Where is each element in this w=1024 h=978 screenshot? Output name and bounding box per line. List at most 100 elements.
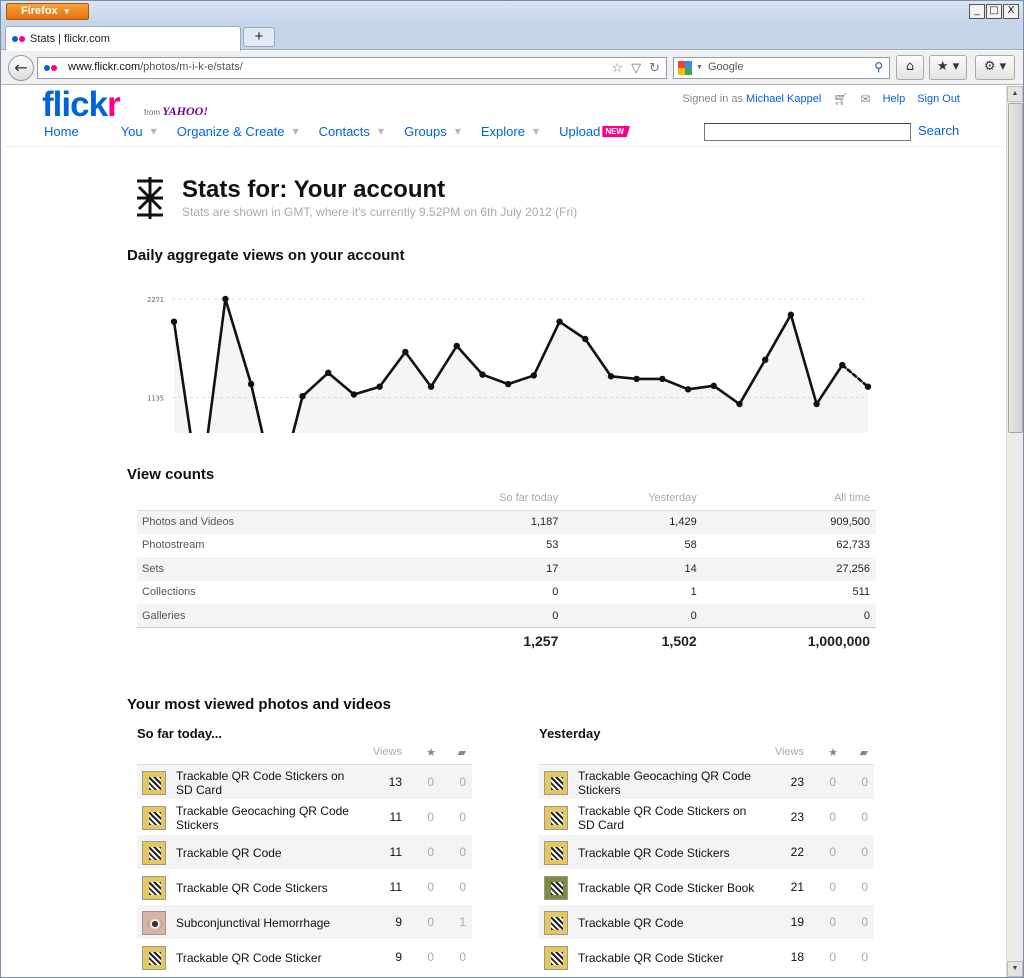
photo-thumbnail[interactable] <box>544 806 568 830</box>
mail-icon[interactable]: ✉ <box>861 92 871 106</box>
photo-title-link[interactable]: Trackable QR Code <box>176 839 356 867</box>
history-dropdown-icon[interactable]: ▽ <box>631 59 641 78</box>
column-header[interactable]: So far today <box>399 491 565 510</box>
list-item[interactable]: Trackable QR Code Sticker Book 21 0 0 <box>539 870 874 905</box>
comment-count: 0 <box>861 950 868 964</box>
sign-out-link[interactable]: Sign Out <box>917 93 960 105</box>
list-item[interactable]: Trackable QR Code Sticker 18 0 0 <box>539 940 874 975</box>
list-item[interactable]: Trackable QR Code 19 0 0 <box>539 905 874 940</box>
favorites-star-icon[interactable]: ★ <box>828 746 838 759</box>
search-magnifier-icon[interactable]: ⚲ <box>874 58 883 77</box>
photo-thumbnail[interactable] <box>544 771 568 795</box>
scroll-down-arrow[interactable]: ▼ <box>1007 961 1023 977</box>
row-label: Sets <box>137 557 399 581</box>
data-point <box>247 380 255 388</box>
search-bar[interactable]: ▼ Google ⚲ <box>673 57 890 79</box>
photo-title-link[interactable]: Trackable QR Code Sticker Book <box>578 874 758 902</box>
user-name-link[interactable]: Michael Kappel <box>746 93 821 105</box>
nav-upload[interactable]: Upload NEW <box>559 124 630 139</box>
most-viewed-yesterday-list: Trackable Geocaching QR Code Stickers 23 0… <box>539 765 874 975</box>
addon-button[interactable]: ⚙ ▾ <box>975 55 1015 80</box>
photo-title-link[interactable]: Subconjunctival Hemorrhage <box>176 909 356 937</box>
view-count: 9 <box>395 915 402 929</box>
list-item[interactable]: Trackable QR Code Stickers on SD Card 13 0… <box>137 765 472 800</box>
view-count: 19 <box>790 915 804 929</box>
data-point <box>659 375 666 383</box>
y-tick-label: 1135 <box>147 395 164 403</box>
tab-flickr-stats[interactable]: Stats | flickr.com <box>5 26 241 51</box>
new-tab-button[interactable]: + <box>243 27 275 47</box>
view-count: 21 <box>790 880 804 894</box>
photo-title-link[interactable]: Trackable QR Code <box>578 909 758 937</box>
photo-thumbnail[interactable] <box>544 911 568 935</box>
list-item[interactable]: Trackable QR Code 11 0 0 <box>137 835 472 870</box>
y-tick-label: 2271 <box>147 296 164 304</box>
site-search-button[interactable]: Search <box>918 123 959 138</box>
close-button[interactable]: X <box>1003 4 1019 19</box>
photo-title-link[interactable]: Trackable QR Code Stickers on SD Card <box>578 804 758 832</box>
list-item[interactable]: Trackable QR Code Stickers on SD Card 23 0… <box>539 800 874 835</box>
home-icon: ⌂ <box>905 59 915 74</box>
photo-title-link[interactable]: Trackable Geocaching QR Code Stickers <box>578 769 758 797</box>
chevron-down-icon: ▼ <box>454 127 461 136</box>
reload-icon[interactable]: ↻ <box>649 59 660 78</box>
site-search-input[interactable] <box>704 123 911 141</box>
nav-explore[interactable]: Explore ▼ <box>481 124 553 139</box>
views-column-header[interactable]: Views <box>373 746 402 758</box>
column-header[interactable]: Yesterday <box>564 491 702 510</box>
back-button[interactable]: ← <box>8 55 34 81</box>
list-item[interactable]: Trackable QR Code Sticker 9 0 0 <box>137 940 472 975</box>
photo-thumbnail[interactable] <box>142 911 166 935</box>
home-button[interactable]: ⌂ <box>896 55 924 80</box>
favorite-count: 0 <box>829 915 836 929</box>
scroll-up-arrow[interactable]: ▲ <box>1007 86 1023 102</box>
signed-in-label: Signed in as <box>682 93 743 105</box>
photo-title-link[interactable]: Trackable QR Code Stickers <box>578 839 758 867</box>
bookmarks-button[interactable]: ★ ▾ <box>929 55 967 80</box>
favorite-count: 0 <box>829 880 836 894</box>
comments-bubble-icon[interactable]: ▰ <box>860 746 868 759</box>
photo-thumbnail[interactable] <box>544 876 568 900</box>
comments-bubble-icon[interactable]: ▰ <box>458 746 466 759</box>
nav-home[interactable]: Home <box>44 124 79 139</box>
data-point <box>556 318 563 325</box>
nav-contacts[interactable]: Contacts ▼ <box>319 124 398 139</box>
photo-thumbnail[interactable] <box>142 806 166 830</box>
photo-thumbnail[interactable] <box>142 771 166 795</box>
list-item[interactable]: Trackable Geocaching QR Code Stickers 23 0… <box>539 765 874 800</box>
help-link[interactable]: Help <box>883 93 906 105</box>
photo-title-link[interactable]: Trackable Geocaching QR Code Stickers <box>176 804 356 832</box>
minimize-button[interactable]: _ <box>969 4 985 19</box>
photo-thumbnail[interactable] <box>544 841 568 865</box>
photo-title-link[interactable]: Trackable QR Code Stickers <box>176 874 356 902</box>
url-bar[interactable]: www.flickr.com/photos/m-i-k-e/stats/ ☆ ▽… <box>37 57 667 79</box>
google-icon <box>678 61 692 75</box>
firefox-menu-button[interactable]: Firefox ▼ <box>6 3 89 20</box>
cart-icon[interactable]: 🛒︎ <box>833 92 848 106</box>
photo-title-link[interactable]: Trackable QR Code Stickers on SD Card <box>176 769 356 797</box>
vertical-scrollbar[interactable]: ▲ ▼ <box>1006 86 1023 977</box>
column-header[interactable]: All time <box>703 491 876 510</box>
list-item[interactable]: Subconjunctival Hemorrhage 9 0 1 <box>137 905 472 940</box>
photo-thumbnail[interactable] <box>142 946 166 970</box>
views-column-header[interactable]: Views <box>775 746 804 758</box>
favorite-count: 0 <box>427 915 434 929</box>
maximize-button[interactable]: □ <box>986 4 1002 19</box>
photo-thumbnail[interactable] <box>142 876 166 900</box>
comment-count: 1 <box>459 915 466 929</box>
nav-you[interactable]: You ▼ <box>121 124 171 139</box>
photo-thumbnail[interactable] <box>544 946 568 970</box>
list-item[interactable]: Trackable QR Code Stickers 11 0 0 <box>137 870 472 905</box>
list-item[interactable]: Trackable Geocaching QR Code Stickers 11 0… <box>137 800 472 835</box>
view-counts-table: So far today Yesterday All time Photos a… <box>137 491 876 655</box>
nav-groups[interactable]: Groups ▼ <box>404 124 475 139</box>
photo-title-link[interactable]: Trackable QR Code Sticker <box>176 944 356 972</box>
flickr-logo[interactable]: flickr <box>42 86 121 124</box>
photo-thumbnail[interactable] <box>142 841 166 865</box>
photo-title-link[interactable]: Trackable QR Code Sticker <box>578 944 758 972</box>
nav-organize[interactable]: Organize & Create ▼ <box>177 124 313 139</box>
favorites-star-icon[interactable]: ★ <box>426 746 436 759</box>
bookmark-star-icon[interactable]: ☆ <box>611 59 623 78</box>
scroll-thumb[interactable] <box>1008 103 1023 433</box>
list-item[interactable]: Trackable QR Code Stickers 22 0 0 <box>539 835 874 870</box>
